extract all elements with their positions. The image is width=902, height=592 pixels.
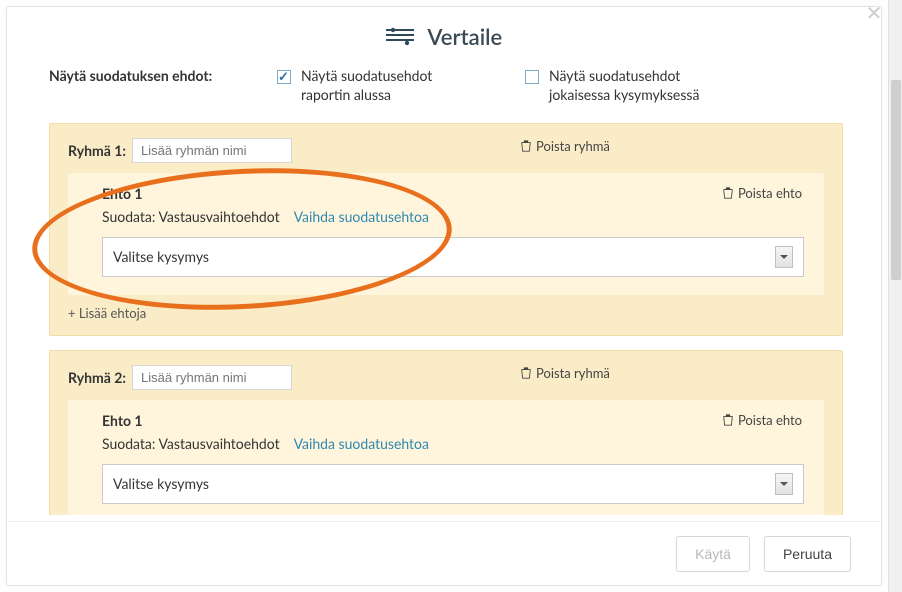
checkbox-report-start[interactable]: Näytä suodatusehdot raportin alussa bbox=[277, 67, 477, 105]
chevron-down-icon[interactable] bbox=[775, 246, 793, 268]
apply-button[interactable]: Käytä bbox=[676, 536, 750, 572]
group-header: Ryhmä 2: bbox=[68, 365, 824, 390]
checkbox-label: Näytä suodatusehdot raportin alussa bbox=[301, 67, 477, 105]
delete-group-label: Poista ryhmä bbox=[536, 365, 610, 381]
delete-group-link[interactable]: Poista ryhmä bbox=[520, 365, 610, 382]
filter-prefix: Suodata: Vastausvaihtoehdot bbox=[102, 435, 280, 452]
change-filter-link[interactable]: Vaihda suodatusehtoa bbox=[294, 435, 429, 452]
dialog-title: Vertaile bbox=[427, 23, 502, 50]
compare-dialog: ✕ Vertaile Näytä suodatuksen ehdot: Näyt… bbox=[6, 6, 882, 586]
delete-condition-label: Poista ehto bbox=[738, 185, 802, 201]
checkbox-label: Näytä suodatusehdot jokaisessa kysymykse… bbox=[549, 67, 745, 105]
trash-icon bbox=[520, 139, 532, 155]
dialog-header: Vertaile bbox=[7, 7, 881, 62]
condition-title: Ehto 1 bbox=[102, 185, 804, 202]
delete-condition-link[interactable]: Poista ehto bbox=[722, 412, 802, 429]
filter-display-row: Näytä suodatuksen ehdot: Näytä suodatuse… bbox=[49, 67, 843, 105]
condition-title: Ehto 1 bbox=[102, 412, 804, 429]
add-condition-link[interactable]: + Lisää ehtoja bbox=[68, 305, 824, 321]
group-label: Ryhmä 1: bbox=[68, 142, 126, 159]
change-filter-link[interactable]: Vaihda suodatusehtoa bbox=[294, 208, 429, 225]
checkbox-icon[interactable] bbox=[277, 70, 291, 84]
condition-filter-line: Suodata: Vastausvaihtoehdot Vaihda suoda… bbox=[102, 435, 804, 452]
delete-condition-link[interactable]: Poista ehto bbox=[722, 185, 802, 202]
delete-group-link[interactable]: Poista ryhmä bbox=[520, 138, 610, 155]
group-card-2: Ryhmä 2: Poista ryhmä Ehto 1 Poista ehto bbox=[49, 350, 843, 515]
dialog-body: Näytä suodatuksen ehdot: Näytä suodatuse… bbox=[7, 67, 881, 515]
question-select[interactable]: Valitse kysymys bbox=[102, 237, 804, 277]
question-select[interactable]: Valitse kysymys bbox=[102, 464, 804, 504]
condition-filter-line: Suodata: Vastausvaihtoehdot Vaihda suoda… bbox=[102, 208, 804, 225]
group-header: Ryhmä 1: bbox=[68, 138, 824, 163]
question-select-wrap: Valitse kysymys bbox=[102, 464, 804, 504]
group-name-input[interactable] bbox=[132, 138, 292, 163]
filter-prefix: Suodata: Vastausvaihtoehdot bbox=[102, 208, 280, 225]
dialog-footer: Käytä Peruuta bbox=[7, 521, 881, 585]
trash-icon bbox=[520, 366, 532, 382]
question-select-value: Valitse kysymys bbox=[113, 475, 209, 492]
checkbox-each-question[interactable]: Näytä suodatusehdot jokaisessa kysymykse… bbox=[525, 67, 745, 105]
delete-group-label: Poista ryhmä bbox=[536, 138, 610, 154]
group-card-1: Ryhmä 1: Poista ryhmä Ehto 1 Poista ehto bbox=[49, 123, 843, 336]
question-select-value: Valitse kysymys bbox=[113, 248, 209, 265]
trash-icon bbox=[722, 186, 734, 202]
outer-scrollbar[interactable] bbox=[888, 0, 902, 592]
condition-card: Ehto 1 Poista ehto Suodata: Vastausvaiht… bbox=[68, 173, 824, 295]
chevron-down-icon[interactable] bbox=[775, 473, 793, 495]
cancel-button[interactable]: Peruuta bbox=[764, 536, 851, 572]
question-select-wrap: Valitse kysymys bbox=[102, 237, 804, 277]
condition-card: Ehto 1 Poista ehto Suodata: Vastausvaiht… bbox=[68, 400, 824, 515]
close-icon[interactable]: ✕ bbox=[863, 3, 885, 25]
filter-display-label: Näytä suodatuksen ehdot: bbox=[49, 67, 229, 84]
group-label: Ryhmä 2: bbox=[68, 369, 126, 386]
group-name-input[interactable] bbox=[132, 365, 292, 390]
checkbox-icon[interactable] bbox=[525, 70, 539, 84]
delete-condition-label: Poista ehto bbox=[738, 412, 802, 428]
compare-icon bbox=[386, 26, 414, 48]
outer-scroll-thumb[interactable] bbox=[891, 80, 901, 280]
trash-icon bbox=[722, 413, 734, 429]
